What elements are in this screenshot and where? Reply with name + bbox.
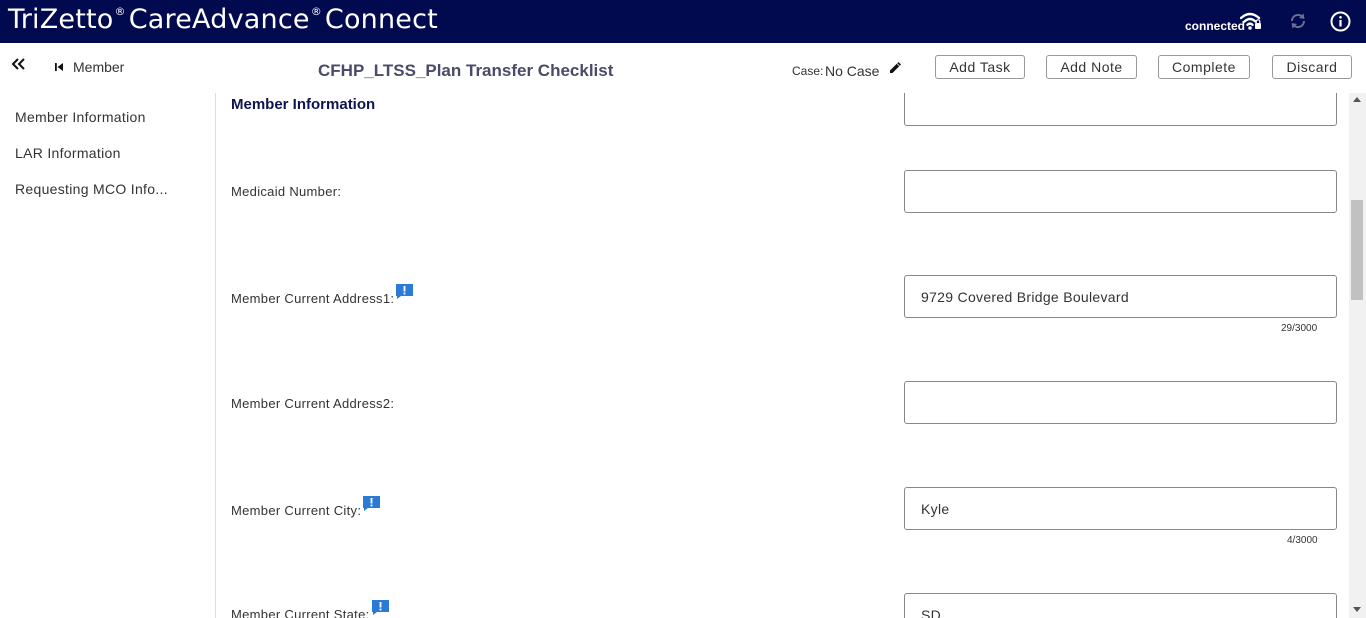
info-icon[interactable] [1330, 11, 1351, 32]
character-counter: 4/3000 [1287, 535, 1318, 546]
back-to-member-link[interactable]: Member [53, 59, 124, 75]
field-label-text: Medicaid Number: [231, 184, 342, 199]
reg-mark: ® [310, 5, 322, 18]
character-counter: 29/3000 [1281, 323, 1318, 334]
field-label-text: Member Current Address1: [231, 291, 395, 306]
discard-button[interactable]: Discard [1272, 55, 1352, 79]
reg-mark: ® [114, 5, 126, 18]
sidebar-item-lar-information[interactable]: LAR Information [15, 145, 121, 161]
skip-back-icon [55, 63, 63, 71]
sidebar-item-requesting-mco-info[interactable]: Requesting MCO Info... [15, 181, 168, 197]
field-label-text: Member Current City: [231, 503, 362, 518]
back-member-label: Member [73, 59, 125, 75]
section-title: Member Information [231, 96, 376, 113]
scroll-up-arrow-icon[interactable] [1353, 97, 1361, 102]
sidebar: Member Information LAR Information Reque… [0, 93, 216, 618]
member-current-city-input[interactable]: Kyle [904, 487, 1337, 530]
brand-trizetto: TriZetto [8, 4, 114, 35]
note-icon[interactable] [371, 599, 390, 616]
edit-case-icon[interactable] [888, 60, 903, 75]
brand-connect: Connect [324, 4, 438, 35]
case-value: No Case [825, 63, 880, 79]
note-icon[interactable] [395, 283, 414, 300]
main-form: Member Information Medicaid Number: Memb… [216, 93, 1349, 618]
app-brand: TriZetto® CareAdvance® Connect [8, 4, 438, 35]
member-current-address2-label: Member Current Address2: [231, 396, 394, 411]
member-current-city-label: Member Current City: [231, 496, 381, 519]
wifi-lock-icon [1240, 12, 1261, 30]
field-label-text: Member Current Address2: [231, 396, 395, 411]
page-header: Member CFHP_LTSS_Plan Transfer Checklist… [0, 43, 1366, 93]
member-current-address1-input[interactable]: 9729 Covered Bridge Boulevard [904, 275, 1337, 318]
collapse-sidebar-icon[interactable] [10, 56, 28, 74]
sync-icon[interactable] [1288, 11, 1308, 31]
brand-careadvance: CareAdvance [128, 4, 310, 35]
add-note-button[interactable]: Add Note [1046, 55, 1137, 79]
member-current-address2-input[interactable] [904, 381, 1337, 424]
page-title: CFHP_LTSS_Plan Transfer Checklist [318, 61, 614, 80]
scrollbar-thumb[interactable] [1351, 200, 1363, 300]
complete-button[interactable]: Complete [1158, 55, 1250, 79]
medicaid-number-label: Medicaid Number: [231, 184, 341, 199]
member-current-state-label: Member Current State: [231, 600, 390, 618]
member-current-address1-label: Member Current Address1: [231, 284, 414, 307]
medicaid-number-input[interactable] [904, 170, 1337, 213]
sidebar-item-member-information[interactable]: Member Information [15, 109, 146, 125]
connection-status: connected [1185, 19, 1246, 33]
add-task-button[interactable]: Add Task [935, 55, 1025, 79]
previous-field-input[interactable] [904, 93, 1337, 126]
scrollbar[interactable] [1349, 93, 1366, 618]
note-icon[interactable] [362, 495, 381, 512]
field-label-text: Member Current State: [231, 607, 370, 618]
top-bar: TriZetto® CareAdvance® Connect connected [0, 0, 1366, 43]
member-current-state-input[interactable]: SD [904, 593, 1337, 618]
case-label: Case: [792, 64, 824, 78]
scroll-down-arrow-icon[interactable] [1353, 607, 1361, 612]
